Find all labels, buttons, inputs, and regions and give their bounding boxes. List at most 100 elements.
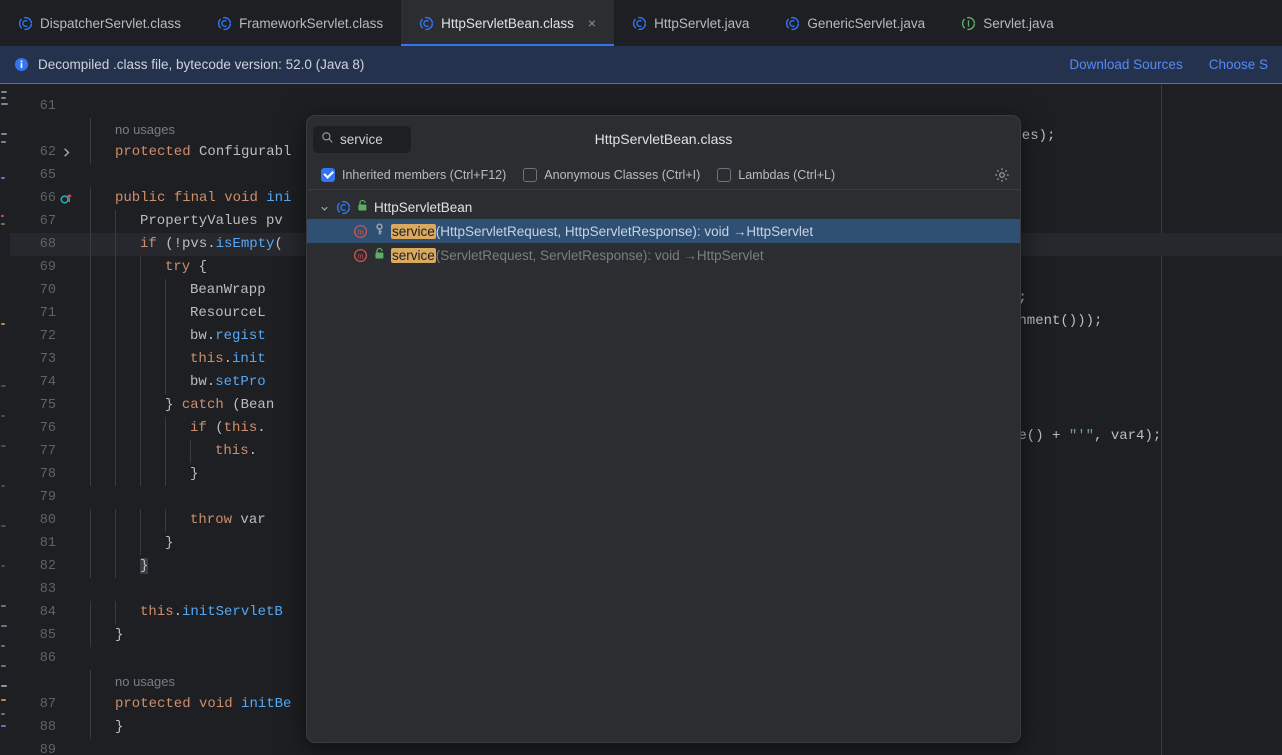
gutter-row[interactable] — [10, 670, 76, 693]
indent-guide — [140, 394, 141, 417]
indent-guide — [90, 187, 91, 210]
line-number: 72 — [39, 329, 56, 344]
gutter-row[interactable]: 85 — [10, 624, 76, 647]
gutter-row[interactable]: 69 — [10, 256, 76, 279]
editor-tab-5[interactable]: Servlet.java — [943, 0, 1072, 46]
gutter-row[interactable]: 76 — [10, 417, 76, 440]
filter-label-lambdas: Lambdas (Ctrl+L) — [738, 168, 836, 182]
tree-node-class[interactable]: HttpServletBean — [307, 195, 1020, 219]
gutter-row[interactable]: 62 — [10, 141, 76, 164]
choose-sources-link[interactable]: Choose S — [1209, 57, 1268, 72]
gutter-row[interactable]: 71 — [10, 302, 76, 325]
ide-window: DispatcherServlet.class FrameworkServlet.… — [0, 0, 1282, 755]
gutter-row[interactable]: 65 — [10, 164, 76, 187]
indent-guide — [140, 325, 141, 348]
gutter-row[interactable]: 73 — [10, 348, 76, 371]
checkbox-inherited-members[interactable] — [321, 168, 335, 182]
indent-guide — [90, 394, 91, 417]
line-number: 73 — [39, 352, 56, 367]
override-marker-icon[interactable] — [59, 191, 74, 206]
editor-tab-2[interactable]: HttpServletBean.class × — [401, 0, 615, 46]
indent-guide — [165, 509, 166, 532]
gutter-row[interactable]: 88 — [10, 716, 76, 739]
line-number: 78 — [39, 467, 56, 482]
indent-guide — [115, 279, 116, 302]
filter-lambdas[interactable]: Lambdas (Ctrl+L) — [717, 168, 835, 182]
file-structure-popup[interactable]: HttpServletBean.class Inherited members … — [306, 115, 1021, 743]
code-minimap-strip[interactable] — [0, 85, 10, 755]
indent-guide — [90, 440, 91, 463]
gear-icon[interactable] — [994, 167, 1010, 183]
gutter-row[interactable]: 67 — [10, 210, 76, 233]
gutter-row[interactable]: 89 — [10, 739, 76, 755]
filter-anonymous-classes[interactable]: Anonymous Classes (Ctrl+I) — [523, 168, 700, 182]
minimap-mark — [1, 385, 6, 387]
gutter-row[interactable]: 83 — [10, 578, 76, 601]
gutter-row[interactable]: 72 — [10, 325, 76, 348]
checkbox-anonymous-classes[interactable] — [523, 168, 538, 182]
minimap-mark — [1, 415, 5, 417]
code-text: public final void ini — [115, 190, 292, 206]
close-icon[interactable]: × — [588, 16, 596, 30]
gutter-row[interactable]: 82 — [10, 555, 76, 578]
tree-node-method-1[interactable]: m service(ServletRequest, ServletRespons… — [307, 243, 1020, 267]
editor-tab-4[interactable]: GenericServlet.java — [767, 0, 943, 46]
line-number: 68 — [39, 237, 56, 252]
gutter-row[interactable]: 70 — [10, 279, 76, 302]
gutter-row[interactable]: 81 — [10, 532, 76, 555]
code-text: } catch (Bean — [165, 397, 275, 413]
indent-guide — [115, 210, 116, 233]
editor-tab-label: HttpServlet.java — [654, 15, 750, 31]
search-input[interactable] — [340, 132, 398, 147]
editor-tab-3[interactable]: HttpServlet.java — [614, 0, 767, 46]
structure-search-box[interactable] — [313, 126, 411, 153]
minimap-mark — [1, 103, 8, 105]
checkbox-lambdas[interactable] — [717, 168, 732, 182]
indent-guide — [140, 440, 141, 463]
indent-guide — [165, 325, 166, 348]
gutter-row[interactable]: 84 — [10, 601, 76, 624]
indent-guide — [165, 279, 166, 302]
interface-icon — [961, 16, 976, 31]
gutter-row[interactable]: 79 — [10, 486, 76, 509]
tree-node-method-0[interactable]: m service(HttpServletRequest, HttpServle… — [307, 219, 1020, 243]
editor-tab-1[interactable]: FrameworkServlet.class — [199, 0, 401, 46]
search-match-highlight-0: service — [391, 223, 436, 239]
decompiled-notification-bar: Decompiled .class file, bytecode version… — [0, 46, 1282, 84]
gutter-row[interactable]: 87 — [10, 693, 76, 716]
editor-gutter[interactable]: 61 62 65 66 67 68 69 70 71 72 73 74 75 76 77 78 79 80 81 82… — [10, 85, 76, 755]
gutter-row[interactable]: 66 — [10, 187, 76, 210]
gutter-row[interactable]: 74 — [10, 371, 76, 394]
download-sources-link[interactable]: Download Sources — [1069, 57, 1182, 72]
indent-guide — [165, 463, 166, 486]
usage-hint: no usages — [115, 122, 175, 137]
gutter-row[interactable]: 77 — [10, 440, 76, 463]
gutter-row[interactable]: 68 — [10, 233, 76, 256]
minimap-mark — [1, 485, 5, 487]
line-number: 70 — [39, 283, 56, 298]
gutter-row[interactable]: 75 — [10, 394, 76, 417]
gutter-row[interactable]: 78 — [10, 463, 76, 486]
chevron-down-icon[interactable] — [319, 202, 330, 213]
minimap-mark — [1, 91, 7, 93]
indent-guide — [115, 256, 116, 279]
filter-inherited-members[interactable]: Inherited members (Ctrl+F12) — [321, 168, 506, 182]
indent-guide — [90, 141, 91, 164]
editor-tab-0[interactable]: DispatcherServlet.class — [0, 0, 199, 46]
gutter-row[interactable]: 61 — [10, 95, 76, 118]
notification-message: Decompiled .class file, bytecode version… — [38, 57, 365, 72]
indent-guide — [140, 279, 141, 302]
indent-guide — [90, 670, 91, 693]
gutter-row[interactable] — [10, 118, 76, 141]
editor-tab-label: GenericServlet.java — [807, 15, 926, 31]
method-icon: m — [353, 224, 368, 239]
gutter-row[interactable]: 86 — [10, 647, 76, 670]
line-number: 87 — [39, 697, 56, 712]
structure-tree[interactable]: HttpServletBean m service(HttpServletReq… — [307, 190, 1020, 267]
indent-guide — [165, 302, 166, 325]
indent-guide — [115, 233, 116, 256]
indent-guide — [140, 348, 141, 371]
chevron-right-icon[interactable] — [59, 145, 74, 160]
search-icon — [321, 131, 334, 149]
gutter-row[interactable]: 80 — [10, 509, 76, 532]
